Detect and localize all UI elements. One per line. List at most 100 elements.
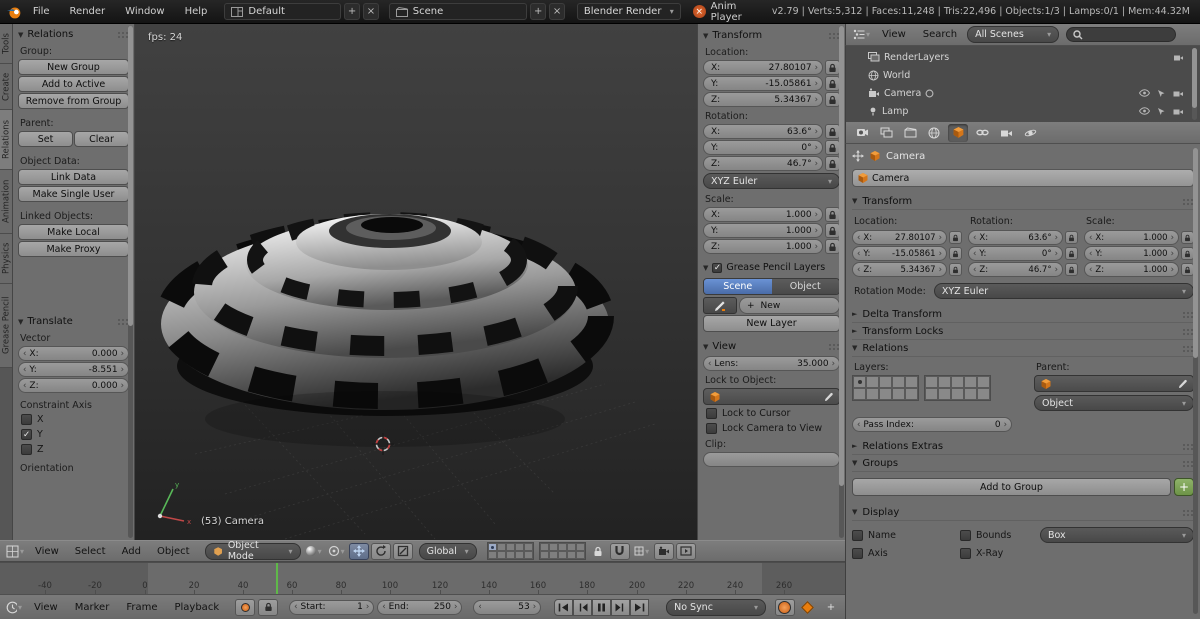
scale-z-field[interactable]: Z: 1.000 ›: [703, 239, 823, 254]
previous-keyframe-button[interactable]: [573, 598, 593, 616]
grease-pencil-layers-panel-header[interactable]: ▼ ✓ Grease Pencil Layers: [698, 259, 845, 276]
rotation-z-field[interactable]: Z: 46.7° ›: [703, 156, 823, 171]
add-to-active-button[interactable]: Add to Active: [18, 76, 129, 92]
menu-view[interactable]: View: [28, 546, 66, 557]
lens-field[interactable]: ‹ Lens: 35.000 ›: [703, 356, 840, 371]
location-z-field[interactable]: Z: 5.34367 ›: [703, 92, 823, 107]
make-single-user-button[interactable]: Make Single User: [18, 186, 129, 202]
transform-panel-header[interactable]: ▼ Transform: [852, 193, 1194, 210]
tab-object-data[interactable]: [996, 124, 1016, 142]
render-toggle-icon[interactable]: [1173, 53, 1184, 62]
blender-logo-icon[interactable]: [6, 4, 22, 20]
scale-z-field[interactable]: ‹ Z: 1.000 ›: [1084, 262, 1179, 277]
3d-viewport-canvas[interactable]: x y: [135, 24, 697, 540]
jump-to-start-button[interactable]: [554, 598, 574, 616]
transform-panel-header[interactable]: ▼ Transform: [698, 27, 845, 44]
menu-search[interactable]: Search: [916, 29, 964, 40]
display-xray-checkbox[interactable]: X-Ray: [960, 548, 1003, 559]
current-frame-field[interactable]: ‹ 53 ›: [473, 599, 542, 615]
manipulator-translate-toggle[interactable]: [348, 542, 369, 560]
current-frame-indicator[interactable]: [276, 563, 278, 594]
tab-world[interactable]: [924, 124, 944, 142]
translate-x-field[interactable]: ‹ X: 0.000 ›: [18, 346, 129, 361]
menu-playback[interactable]: Playback: [167, 602, 226, 613]
pivot-point-dropdown[interactable]: ▾: [326, 543, 347, 560]
menu-view[interactable]: View: [27, 602, 65, 613]
manipulator-rotate-toggle[interactable]: [370, 542, 391, 560]
lock-icon[interactable]: [825, 207, 840, 222]
scale-y-field[interactable]: ‹ Y: 1.000 ›: [1084, 246, 1179, 261]
3d-viewport[interactable]: x y fps: 24 (53) Camera: [135, 24, 697, 540]
outliner-item-camera[interactable]: Camera: [846, 84, 1200, 102]
menu-view[interactable]: View: [875, 29, 913, 40]
transform-locks-panel-header[interactable]: ► Transform Locks: [852, 323, 1194, 340]
keyingset-lock-button[interactable]: [258, 598, 279, 616]
parent-type-dropdown[interactable]: Object ▾: [1034, 395, 1194, 411]
timeline-editor-type-button[interactable]: ▾: [4, 599, 24, 616]
visibility-eye-icon[interactable]: [1139, 88, 1150, 97]
visibility-eye-icon[interactable]: [1139, 106, 1150, 115]
rotation-y-field[interactable]: Y: 0° ›: [703, 140, 823, 155]
tool-tab-animation[interactable]: Animation: [0, 170, 12, 234]
opengl-render-anim-button[interactable]: [675, 542, 696, 560]
constraint-y-checkbox[interactable]: ✓ Y: [13, 427, 134, 442]
lock-icon[interactable]: [1065, 247, 1078, 260]
render-engine-dropdown[interactable]: Blender Render ▾: [576, 3, 681, 20]
rotation-y-field[interactable]: ‹ Y: 0° ›: [968, 246, 1063, 261]
rotation-mode-dropdown[interactable]: XYZ Euler ▾: [933, 283, 1194, 299]
next-keyframe-button[interactable]: [611, 598, 631, 616]
checkbox-checked[interactable]: ✓: [21, 429, 32, 440]
lock-icon[interactable]: [949, 247, 962, 260]
scene-lock-icon[interactable]: [588, 543, 608, 560]
relations-panel-header[interactable]: ▼ Relations: [13, 26, 134, 43]
location-x-field[interactable]: ‹ X: 27.80107 ›: [852, 230, 947, 245]
grease-pencil-enable-checkbox[interactable]: ✓: [712, 262, 723, 273]
renderability-camera-icon[interactable]: [1173, 107, 1184, 116]
viewport-shading-dropdown[interactable]: ▾: [303, 543, 324, 560]
n-panel-scrollbar[interactable]: [839, 26, 844, 538]
selectability-arrow-icon[interactable]: [1157, 89, 1166, 98]
display-axis-checkbox[interactable]: Axis: [852, 548, 952, 559]
anim-player-close-icon[interactable]: ×: [692, 5, 706, 18]
translate-y-field[interactable]: ‹ Y: -8.551 ›: [18, 362, 129, 377]
checkbox[interactable]: [852, 548, 863, 559]
lock-icon[interactable]: [825, 140, 840, 155]
tool-tab-physics[interactable]: Physics: [0, 234, 12, 284]
make-proxy-button[interactable]: Make Proxy: [18, 241, 129, 257]
properties-scrollbar[interactable]: [1193, 148, 1198, 614]
grease-pencil-new-button[interactable]: + New: [739, 297, 840, 314]
lock-icon[interactable]: [949, 231, 962, 244]
record-animation-button[interactable]: [774, 598, 795, 616]
add-scene-button[interactable]: +: [530, 3, 547, 20]
mode-dropdown[interactable]: Object Mode ▾: [204, 541, 301, 561]
menu-add[interactable]: Add: [115, 546, 148, 557]
menu-select[interactable]: Select: [68, 546, 113, 557]
outliner-scrollbar[interactable]: [1192, 48, 1197, 120]
tab-physics[interactable]: [1020, 124, 1040, 142]
lock-icon[interactable]: [825, 60, 840, 75]
lock-icon[interactable]: [1065, 231, 1078, 244]
tab-constraints[interactable]: [972, 124, 992, 142]
display-panel-header[interactable]: ▼ Display: [852, 504, 1194, 521]
object-layers-grid-left[interactable]: [852, 375, 919, 401]
grease-pencil-draw-icon-button[interactable]: [703, 297, 737, 314]
lock-icon[interactable]: [825, 76, 840, 91]
location-z-field[interactable]: ‹ Z: 5.34367 ›: [852, 262, 947, 277]
renderability-camera-icon[interactable]: [1173, 89, 1184, 98]
bounds-type-dropdown[interactable]: Box ▾: [1040, 527, 1194, 543]
ufo-model[interactable]: [156, 212, 614, 447]
opengl-render-still-button[interactable]: [653, 542, 674, 560]
object-layers-grid-right[interactable]: [924, 375, 991, 401]
translate-z-field[interactable]: ‹ Z: 0.000 ›: [18, 378, 129, 393]
rotation-x-field[interactable]: ‹ X: 63.6° ›: [968, 230, 1063, 245]
breadcrumb-object-name[interactable]: Camera: [886, 151, 925, 162]
tool-shelf-scrollbar[interactable]: [128, 26, 133, 538]
delta-transform-panel-header[interactable]: ► Delta Transform: [852, 306, 1194, 323]
lock-icon[interactable]: [825, 223, 840, 238]
pass-index-field[interactable]: ‹ Pass Index: 0 ›: [852, 417, 1012, 432]
lock-icon[interactable]: [825, 92, 840, 107]
constraint-x-checkbox[interactable]: X: [13, 412, 134, 427]
view-panel-header[interactable]: ▼ View: [698, 338, 845, 355]
checkbox[interactable]: [852, 529, 863, 541]
jump-to-end-button[interactable]: [630, 598, 650, 616]
